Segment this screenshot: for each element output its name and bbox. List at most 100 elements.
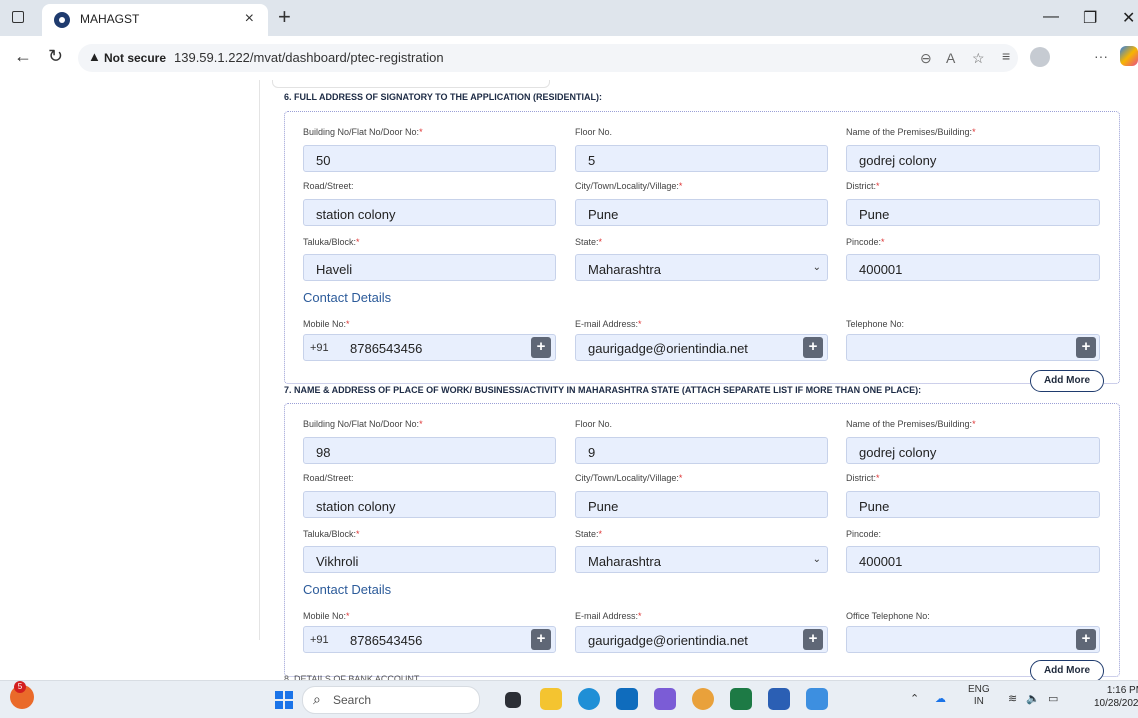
state-select[interactable]: Maharashtra ⌄ [575, 546, 828, 573]
email-input[interactable]: gaurigadge@orientindia.net + [575, 334, 828, 361]
favorites-icon[interactable]: ≡ [1002, 48, 1010, 64]
add-telephone-button[interactable]: + [1076, 337, 1096, 358]
favorite-star-icon[interactable]: ☆ [972, 50, 985, 67]
new-tab-button[interactable]: + [278, 4, 291, 30]
warning-icon[interactable]: ▲ [88, 49, 101, 64]
read-aloud-icon[interactable]: A [946, 50, 955, 66]
mobile-label: Mobile No:* [303, 611, 350, 621]
telephone-label: Telephone No: [846, 319, 905, 329]
url-box[interactable]: ▲ Not secure 139.59.1.222/mvat/dashboard… [78, 44, 1018, 72]
section-6-card: Building No/Flat No/Door No:* 50 Floor N… [284, 111, 1120, 384]
add-email-button[interactable]: + [803, 337, 823, 358]
city-input[interactable]: Pune [575, 199, 828, 226]
state-label: State:* [575, 237, 603, 247]
email-label: E-mail Address:* [575, 611, 642, 621]
browser-tab[interactable]: MAHAGST × [42, 4, 268, 36]
chevron-down-icon: ⌄ [812, 554, 821, 565]
edge-browser-icon[interactable] [578, 688, 600, 710]
show-hidden-icons-chevron-icon[interactable]: ⌃ [910, 692, 919, 705]
taluka-label: Taluka/Block:* [303, 237, 360, 247]
add-more-button[interactable]: Add More [1030, 370, 1104, 392]
tab-title: MAHAGST [80, 12, 140, 26]
add-mobile-button[interactable]: + [531, 337, 551, 358]
page-content: 6. FULL ADDRESS OF SIGNATORY TO THE APPL… [0, 80, 1138, 680]
chrome-icon[interactable] [692, 688, 714, 710]
pincode-label: Pincode: [846, 529, 882, 539]
sidebar-divider [259, 80, 260, 640]
office-telephone-label: Office Telephone No: [846, 611, 930, 621]
excel-icon[interactable] [730, 688, 752, 710]
previous-field-partial[interactable] [272, 80, 550, 88]
pincode-label: Pincode:* [846, 237, 885, 247]
refresh-icon[interactable]: ↻ [48, 46, 63, 67]
road-input[interactable]: station colony [303, 491, 556, 518]
floor-label: Floor No. [575, 127, 613, 137]
section-6-title: 6. FULL ADDRESS OF SIGNATORY TO THE APPL… [284, 92, 603, 102]
profile-avatar[interactable] [1030, 47, 1050, 67]
left-sidebar [0, 80, 260, 680]
taluka-input[interactable]: Haveli [303, 254, 556, 281]
office-telephone-input[interactable]: + [846, 626, 1100, 653]
city-label: City/Town/Locality/Village:* [575, 181, 683, 191]
task-view-icon[interactable] [505, 692, 521, 708]
state-select[interactable]: Maharashtra ⌄ [575, 254, 828, 281]
premises-input[interactable]: godrej colony [846, 145, 1100, 172]
city-label: City/Town/Locality/Village:* [575, 473, 683, 483]
add-email-button[interactable]: + [803, 629, 823, 650]
restore-icon[interactable]: ❐ [1083, 8, 1097, 28]
system-clock[interactable]: 1:16 PM10/28/2025 [1094, 684, 1138, 710]
not-secure-label[interactable]: Not secure [104, 51, 166, 65]
url-text[interactable]: 139.59.1.222/mvat/dashboard/ptec-registr… [174, 50, 444, 65]
close-tab-icon[interactable]: × [245, 10, 254, 28]
copilot-icon[interactable] [1120, 46, 1138, 66]
email-value: gaurigadge@orientindia.net [588, 633, 748, 648]
contact-details-heading: Contact Details [303, 582, 392, 597]
file-explorer-icon[interactable] [540, 688, 562, 710]
email-input[interactable]: gaurigadge@orientindia.net + [575, 626, 828, 653]
district-input[interactable]: Pune [846, 491, 1100, 518]
road-input[interactable]: station colony [303, 199, 556, 226]
photos-icon[interactable] [806, 688, 828, 710]
taluka-input[interactable]: Vikhroli [303, 546, 556, 573]
city-input[interactable]: Pune [575, 491, 828, 518]
search-label: Search [333, 693, 372, 707]
battery-icon[interactable]: ▭ [1048, 692, 1058, 705]
building-input[interactable]: 98 [303, 437, 556, 464]
premises-input[interactable]: godrej colony [846, 437, 1100, 464]
telephone-input[interactable]: + [846, 334, 1100, 361]
start-windows-icon[interactable] [275, 691, 293, 709]
tab-actions-icon[interactable] [12, 11, 24, 23]
country-code-prefix: +91 [310, 634, 329, 646]
onedrive-cloud-icon[interactable]: ☁ [935, 692, 946, 705]
pincode-input[interactable]: 400001 [846, 254, 1100, 281]
mobile-input[interactable]: +91 8786543456 + [303, 334, 556, 361]
close-window-icon[interactable]: ✕ [1122, 8, 1135, 28]
back-icon[interactable]: ← [14, 46, 32, 67]
taluka-label: Taluka/Block:* [303, 529, 360, 539]
road-label: Road/Street: [303, 473, 354, 483]
wifi-icon[interactable]: ≋ [1008, 692, 1017, 705]
building-input[interactable]: 50 [303, 145, 556, 172]
more-menu-icon[interactable]: ··· [1094, 48, 1108, 64]
chevron-down-icon: ⌄ [812, 262, 821, 273]
mobile-label: Mobile No:* [303, 319, 350, 329]
add-mobile-button[interactable]: + [531, 629, 551, 650]
teams-icon[interactable] [654, 688, 676, 710]
outlook-icon[interactable] [616, 688, 638, 710]
minimize-icon[interactable]: — [1043, 8, 1059, 26]
mobile-input[interactable]: +91 8786543456 + [303, 626, 556, 653]
add-more-button[interactable]: Add More [1030, 660, 1104, 680]
pincode-input[interactable]: 400001 [846, 546, 1100, 573]
add-office-telephone-button[interactable]: + [1076, 629, 1096, 650]
premises-label: Name of the Premises/Building:* [846, 127, 976, 137]
browser-title-bar: MAHAGST × + — ❐ ✕ [0, 0, 1138, 36]
zoom-icon[interactable]: ⊖ [920, 50, 932, 67]
word-icon[interactable] [768, 688, 790, 710]
taskbar-search[interactable]: ⌕ Search [302, 686, 480, 714]
language-indicator[interactable]: ENG IN [968, 684, 990, 708]
floor-input[interactable]: 5 [575, 145, 828, 172]
volume-icon[interactable]: 🔈 [1026, 692, 1040, 705]
district-input[interactable]: Pune [846, 199, 1100, 226]
district-label: District:* [846, 473, 880, 483]
floor-input[interactable]: 9 [575, 437, 828, 464]
